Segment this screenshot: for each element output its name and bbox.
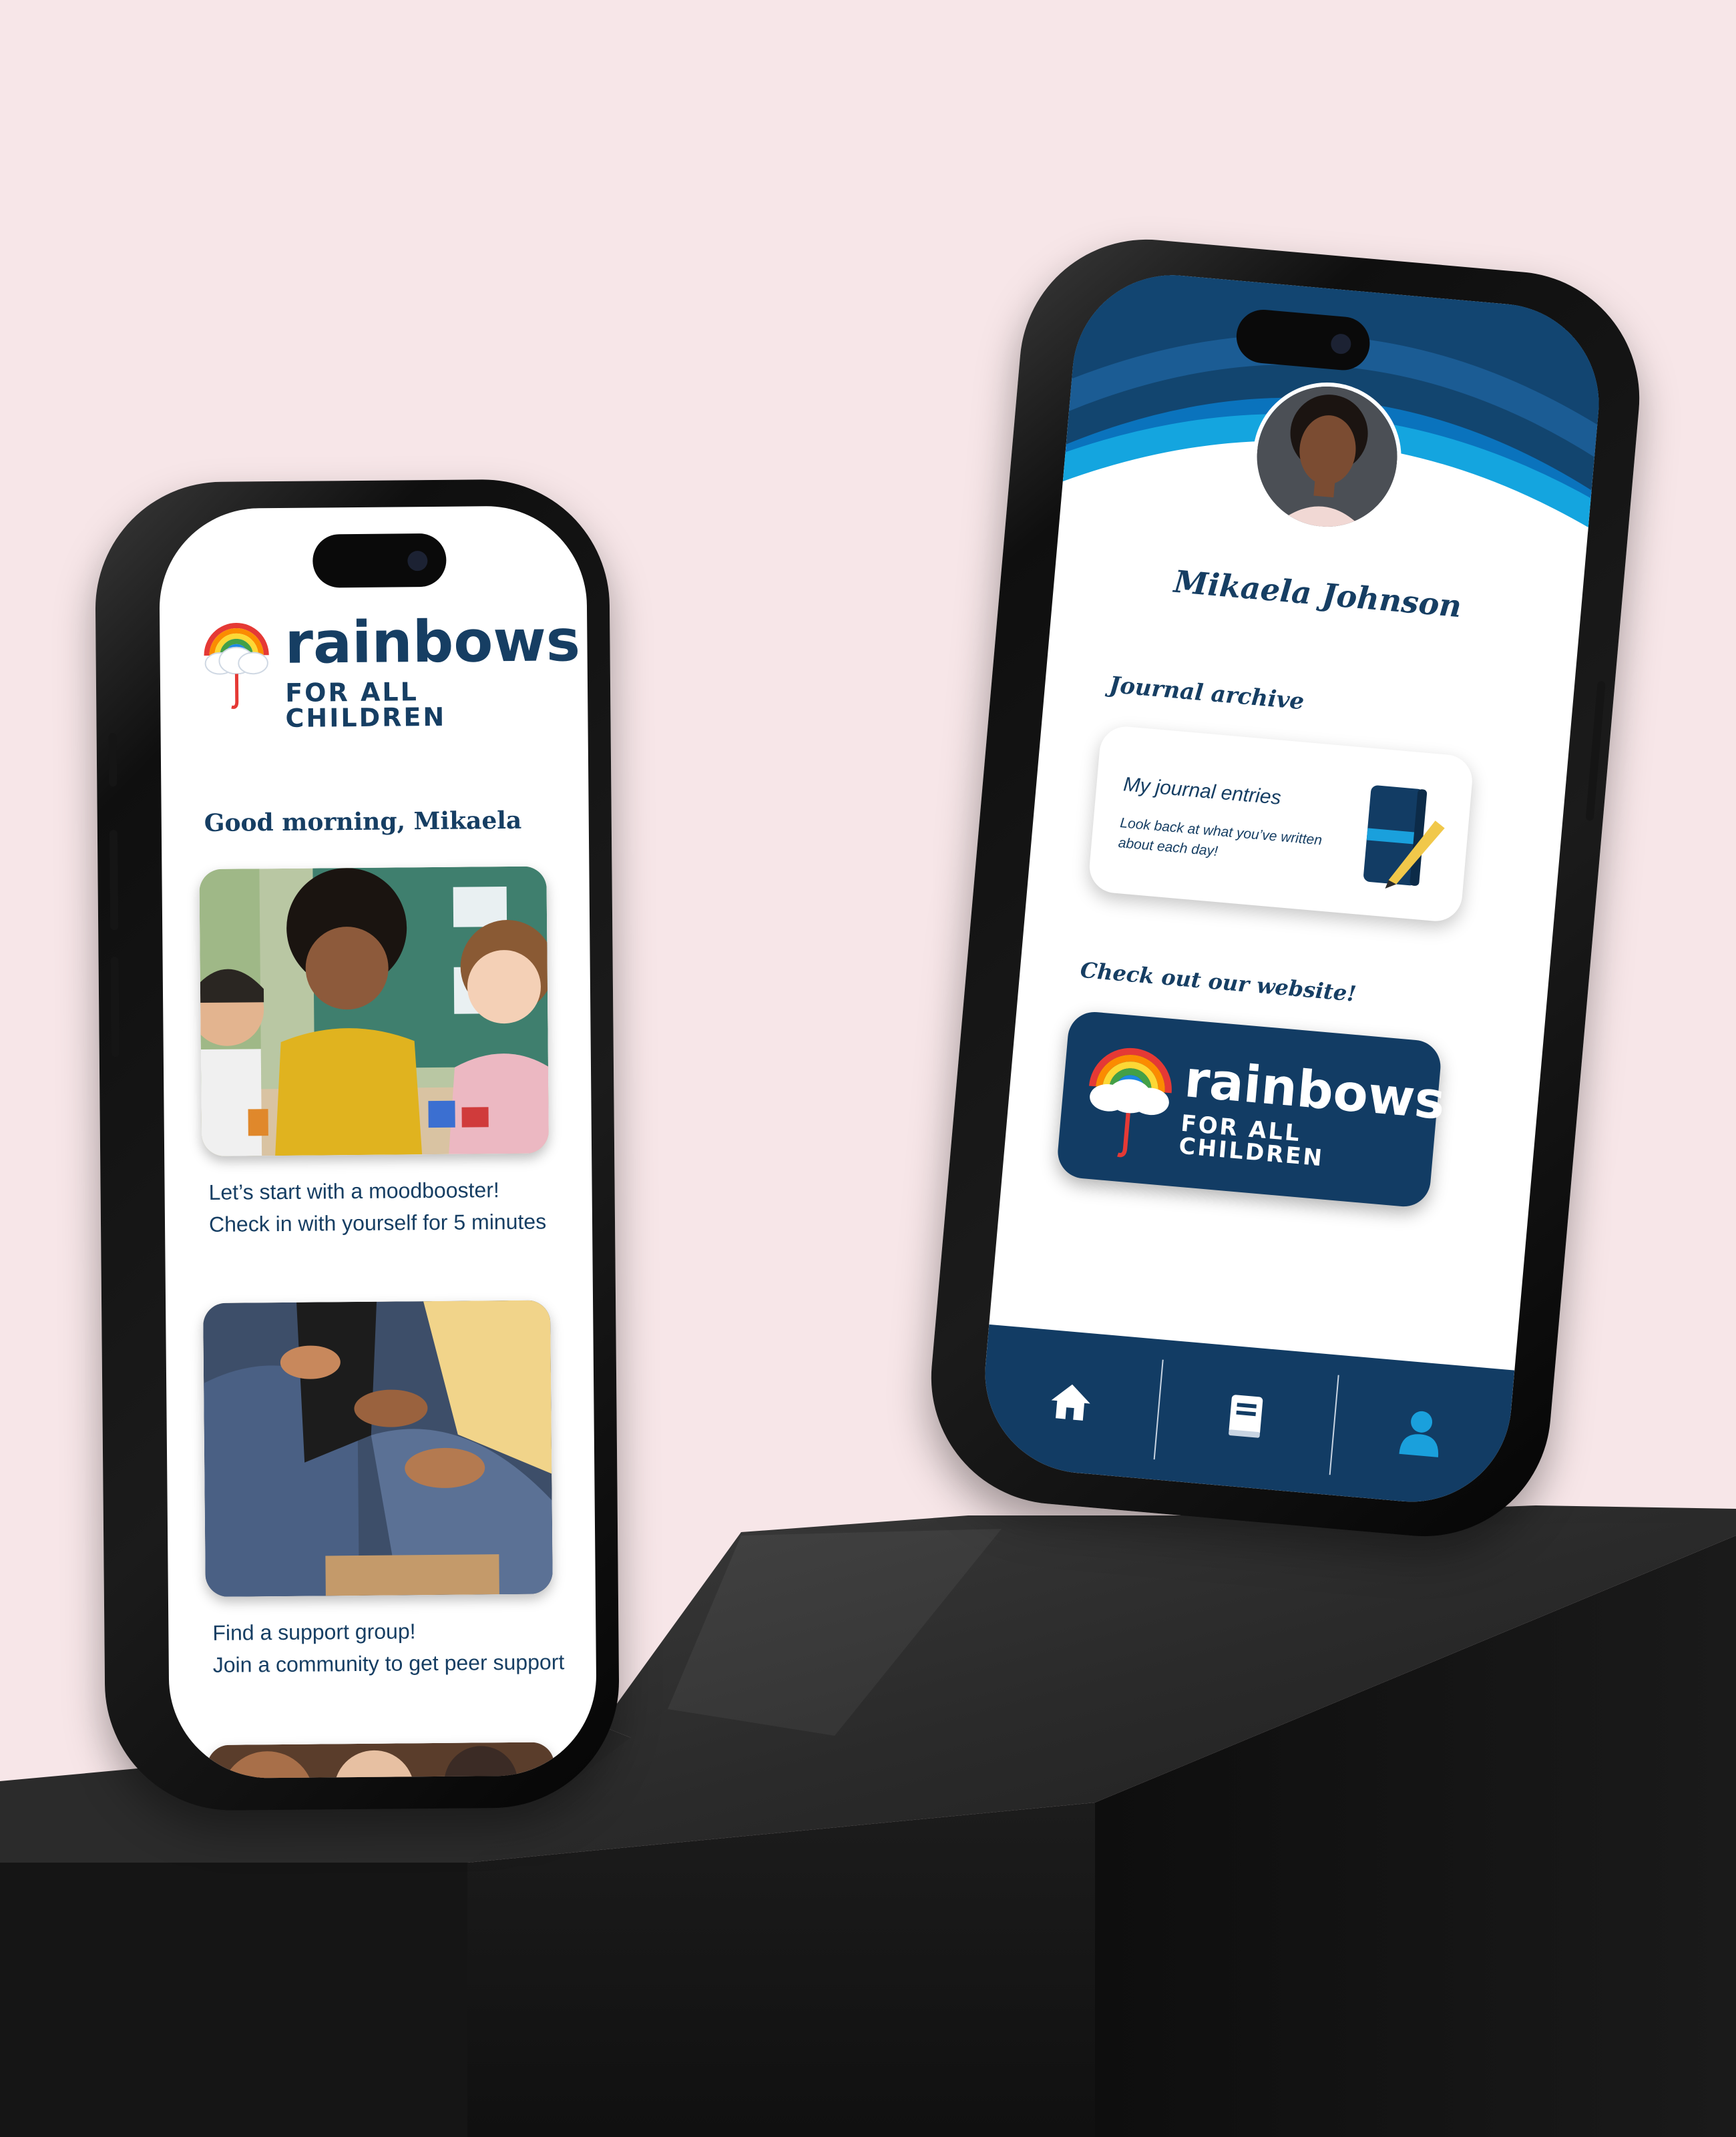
tab-profile[interactable] [1327, 1355, 1515, 1510]
profile-screen: Mikaela Johnson Journal archive My journ… [977, 266, 1607, 1510]
moodbooster-subtitle: Check in with yourself for 5 minutes [208, 1209, 547, 1236]
bottom-tab-bar [977, 1324, 1515, 1510]
profile-icon [1399, 1411, 1439, 1457]
moodbooster-caption: Let’s start with a moodbooster! Check in… [208, 1174, 546, 1240]
power-button [1585, 680, 1606, 821]
dynamic-island [312, 533, 447, 588]
home-icon [1051, 1384, 1090, 1421]
moodbooster-title: Let’s start with a moodbooster! [208, 1178, 499, 1204]
rainbow-umbrella-icon [204, 623, 269, 709]
user-name: Mikaela Johnson [1172, 563, 1464, 625]
brand-sub: FOR ALL CHILDREN [285, 677, 447, 733]
journal-card-desc: Look back at what you’ve written about e… [1118, 813, 1323, 871]
people-photo [206, 1742, 556, 1779]
kids-photo [199, 866, 550, 1157]
brand-logo[interactable]: rainbows FOR ALL CHILDREN [200, 608, 588, 733]
brand-word: rainbows [284, 608, 581, 677]
volume-up-button [109, 830, 119, 931]
support-group-title: Find a support group! [212, 1619, 416, 1645]
scene: rainbows FOR ALL CHILDREN Good morning, … [0, 0, 1736, 2137]
tab-home[interactable] [977, 1325, 1164, 1479]
phone-right: Mikaela Johnson Journal archive My journ… [920, 229, 1651, 1547]
home-screen: rainbows FOR ALL CHILDREN Good morning, … [158, 505, 598, 1779]
journal-icon [1229, 1395, 1263, 1438]
moodbooster-card-image[interactable] [199, 866, 550, 1157]
support-group-subtitle: Join a community to get peer support [212, 1650, 565, 1677]
website-section-title: Check out our website! [1079, 957, 1357, 1007]
journal-entries-card[interactable]: My journal entries Look back at what you… [1087, 724, 1475, 923]
support-group-card-image[interactable] [203, 1300, 553, 1598]
volume-down-button [110, 957, 120, 1057]
journal-card-title: My journal entries [1122, 773, 1282, 809]
phone-left: rainbows FOR ALL CHILDREN Good morning, … [94, 478, 620, 1812]
mute-switch [108, 733, 118, 787]
rainbow-umbrella-icon [1088, 1047, 1172, 1158]
group-photo [203, 1300, 553, 1598]
third-card-image[interactable] [206, 1742, 556, 1779]
tab-journal[interactable] [1152, 1340, 1339, 1495]
support-group-caption: Find a support group! Join a community t… [212, 1614, 564, 1681]
notebook-pencil-icon [1363, 785, 1445, 889]
greeting: Good morning, Mikaela [204, 806, 522, 837]
website-link-card[interactable]: rainbows FOR ALL CHILDREN [1056, 1009, 1448, 1209]
journal-section-title: Journal archive [1108, 671, 1305, 716]
